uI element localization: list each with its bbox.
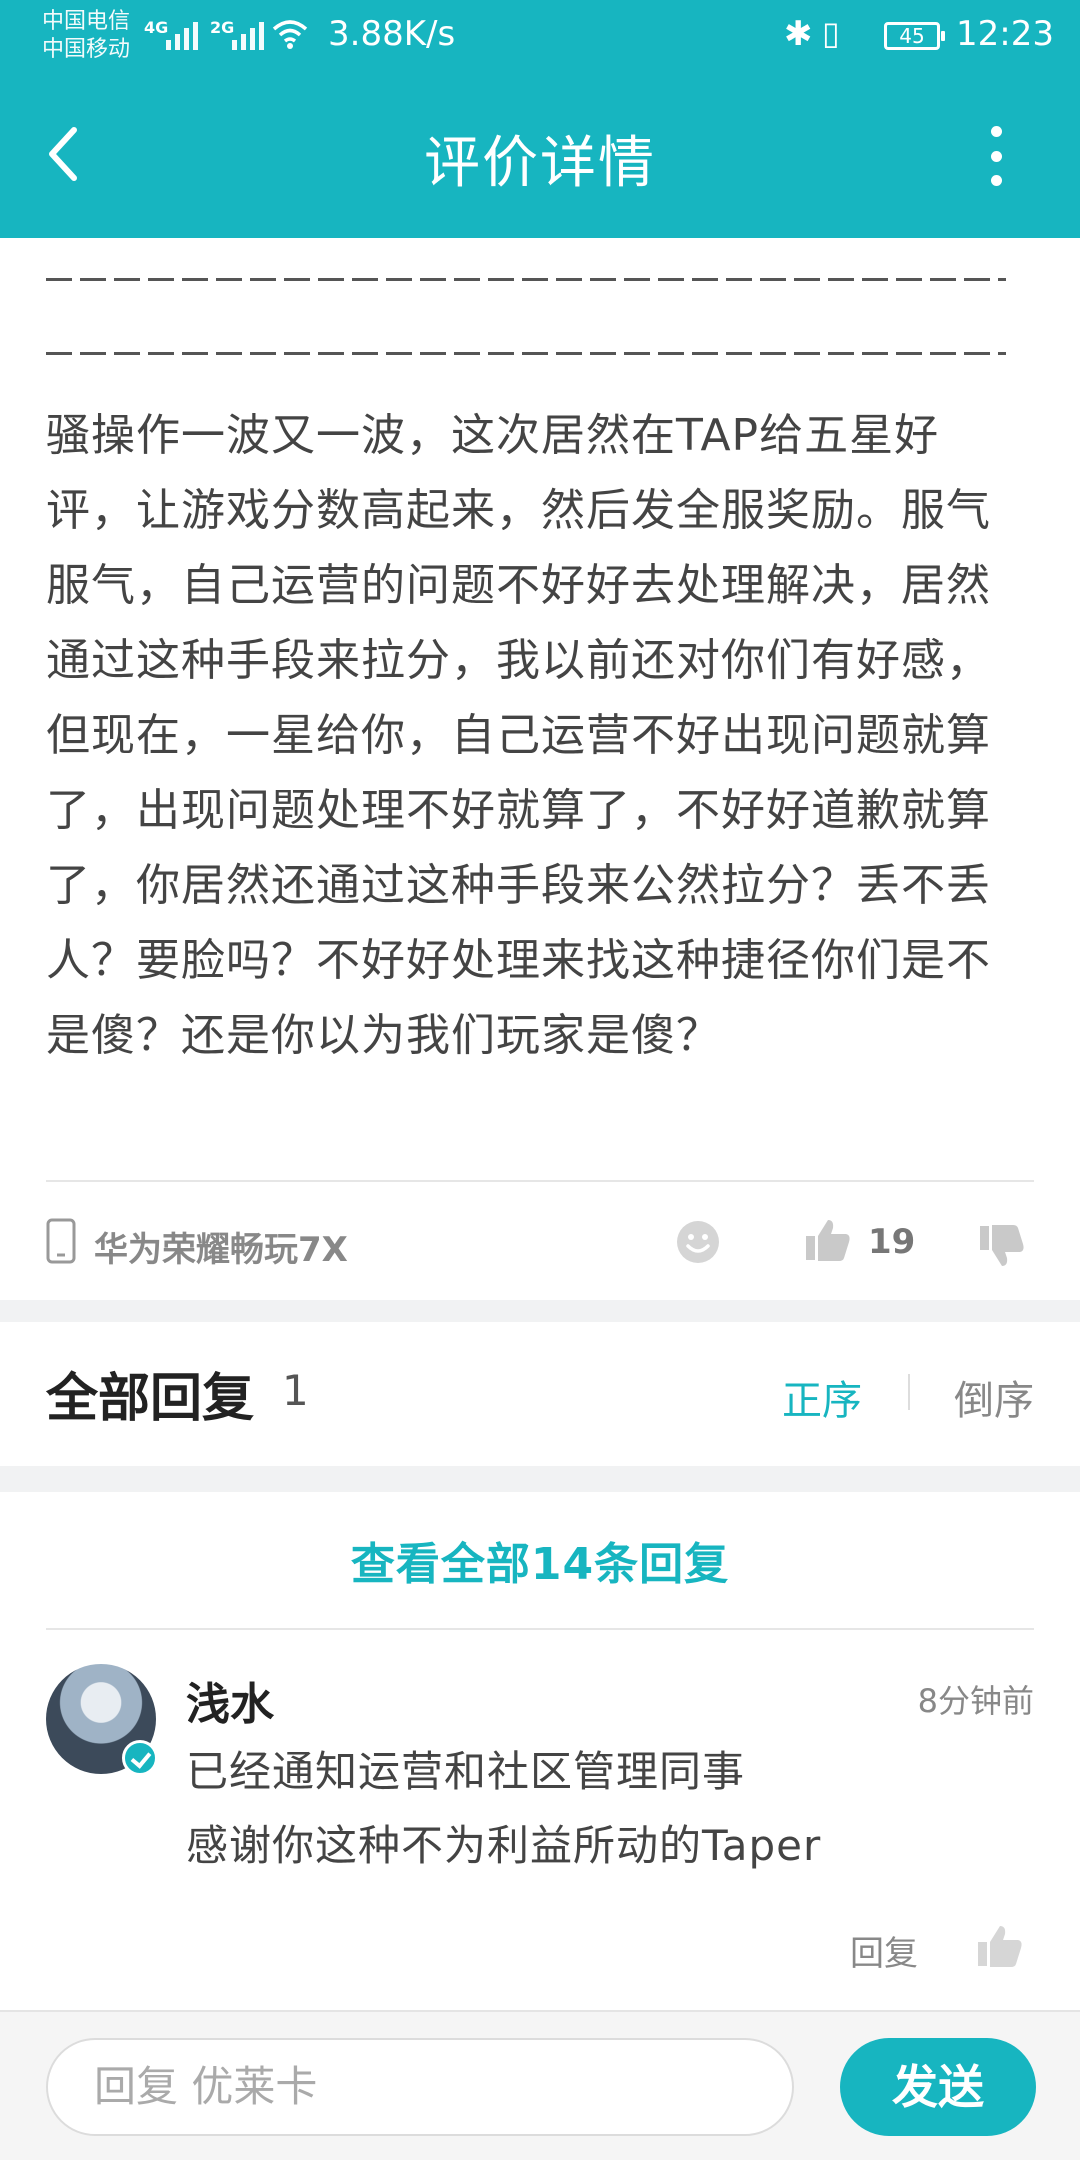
comment-thumbs-up-icon[interactable] (976, 1922, 1024, 1970)
review-meta: 华为荣耀畅玩7X 19 (0, 1204, 1080, 1284)
divider-dashes-2 (46, 352, 1006, 355)
status-bar: 中国电信 中国移动 4G 2G 3.88K/s ✱ ▯ 45 12:23 (0, 0, 1080, 72)
commenter-name[interactable]: 浅水 (186, 1668, 274, 1732)
device-name: 华为荣耀畅玩7X (94, 1230, 348, 1270)
battery-level: 45 (899, 24, 925, 48)
reply-bar: 回复 优莱卡 发送 (0, 2010, 1080, 2160)
sort-ascending-button[interactable]: 正序 (782, 1368, 862, 1426)
thumbs-down-icon[interactable] (978, 1222, 1026, 1270)
network-speed: 3.88K/s (328, 14, 456, 54)
comment-line-2: 感谢你这种不为利益所动的Taper (186, 1821, 822, 1870)
section-gap (0, 1466, 1080, 1492)
app-header: 中国电信 中国移动 4G 2G 3.88K/s ✱ ▯ 45 12:23 评价详… (0, 0, 1080, 238)
section-gap (0, 1300, 1080, 1322)
page-title: 评价详情 (424, 131, 656, 196)
battery-icon: 45 (884, 22, 945, 50)
carrier-1: 中国电信 (42, 9, 131, 34)
more-options-icon[interactable] (976, 126, 1016, 186)
divider (46, 1180, 1034, 1182)
comment-line-1: 已经通知运营和社区管理同事 (186, 1747, 746, 1796)
phone-icon (46, 1218, 76, 1264)
replies-count: 1 (282, 1366, 309, 1415)
comment-time: 8分钟前 (917, 1682, 1034, 1720)
reply-button[interactable]: 回复 (850, 1926, 918, 1975)
clock: 12:23 (956, 14, 1054, 54)
network-type-1: 4G (144, 18, 169, 37)
bluetooth-icon: ✱ (784, 14, 813, 54)
signal-bars-1-icon (166, 20, 198, 50)
divider-dashes-1 (46, 278, 1006, 281)
like-count: 19 (868, 1222, 916, 1262)
vibrate-icon: ▯ (822, 14, 840, 52)
reply-input[interactable]: 回复 优莱卡 (46, 2038, 794, 2136)
network-type-2: 2G (210, 18, 235, 37)
replies-title: 全部回复 (46, 1369, 255, 1429)
replies-header: 全部回复 1 正序 倒序 (0, 1322, 1080, 1458)
sort-divider (908, 1374, 910, 1410)
view-all-replies-link[interactable]: 查看全部14条回复 (0, 1528, 1080, 1592)
wifi-icon (272, 20, 308, 49)
carrier-2: 中国移动 (42, 37, 131, 62)
divider (46, 1628, 1034, 1630)
review-text: 骚操作一波又一波，这次居然在TAP给五星好评，让游戏分数高起来，然后发全服奖励。… (46, 410, 991, 1061)
carrier-info: 中国电信 中国移动 (42, 8, 130, 64)
emoji-reaction-icon[interactable] (676, 1220, 720, 1264)
thumbs-up-icon[interactable] (804, 1216, 852, 1264)
signal-bars-2-icon (232, 20, 264, 50)
verified-badge-icon (122, 1740, 158, 1776)
sort-descending-button[interactable]: 倒序 (954, 1368, 1034, 1426)
send-button[interactable]: 发送 (840, 2038, 1036, 2136)
